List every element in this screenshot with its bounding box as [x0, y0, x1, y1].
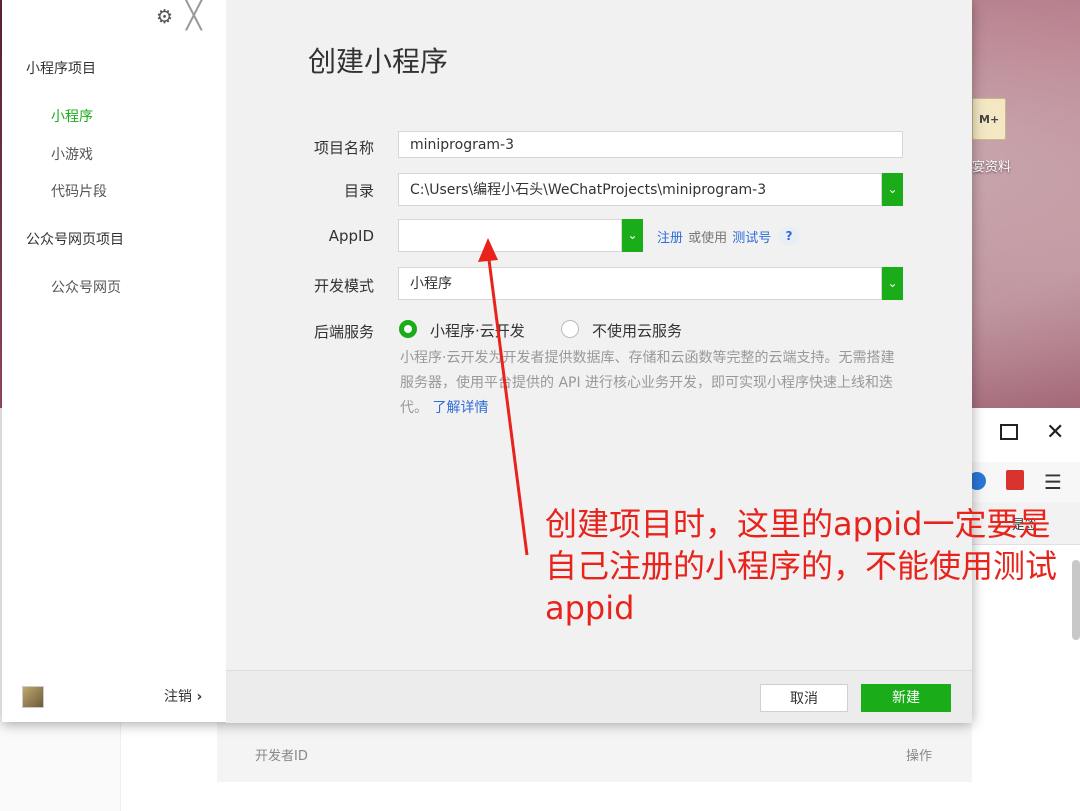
annotation-arrow	[478, 238, 529, 556]
annotation-text: 创建项目时，这里的appid一定要是自己注册的小程序的，不能使用测试appid	[545, 505, 1058, 627]
